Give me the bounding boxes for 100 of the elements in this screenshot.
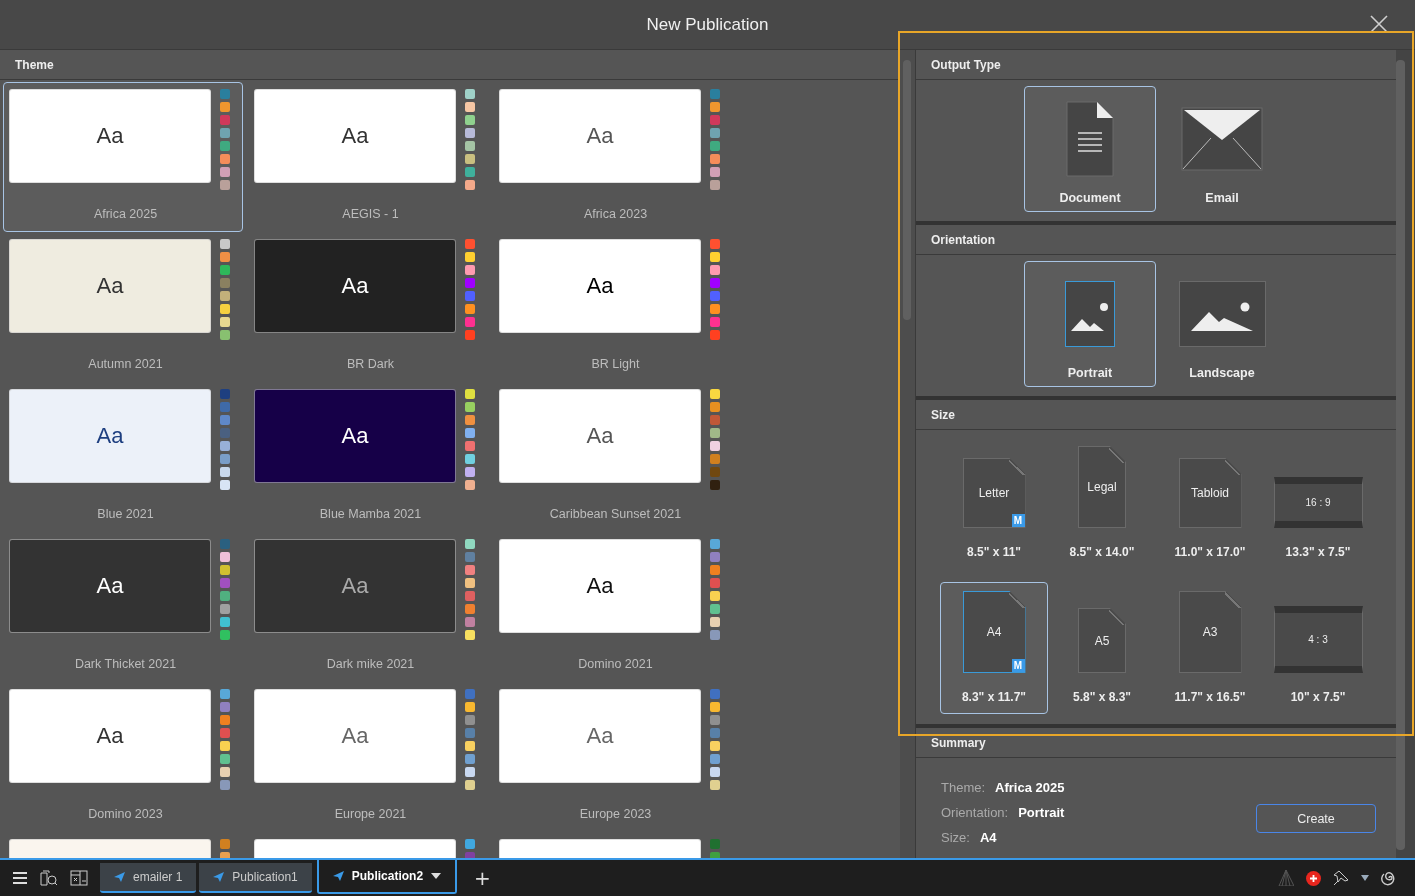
page-size-option[interactable]: Letter M 8.5" x 11" (940, 437, 1048, 569)
sample-text: Aa (96, 423, 124, 449)
theme-card[interactable]: Aa Domino 2023 (3, 682, 243, 832)
output-type-option[interactable]: Document (1024, 86, 1156, 212)
summary-label: Orientation: (941, 805, 1009, 820)
size-dimensions: 8.3" x 11.7" (961, 690, 1027, 704)
size-name: Letter (978, 486, 1010, 500)
sample-text: Aa (341, 573, 369, 599)
orientation-option[interactable]: Landscape (1156, 261, 1288, 387)
size-dimensions: 13.3" x 7.5" (1285, 545, 1351, 559)
page-size-option[interactable]: 16 : 9 13.3" x 7.5" (1264, 437, 1372, 569)
size-dimensions: 8.5" x 11" (966, 545, 1022, 559)
section-title: Theme (15, 57, 54, 72)
sample-text: Aa (341, 723, 369, 749)
option-label: Email (1205, 191, 1239, 205)
section-title: Orientation (931, 232, 995, 247)
sample-text: Aa (96, 573, 124, 599)
sample-text: Aa (341, 273, 369, 299)
document-icon (1066, 101, 1114, 177)
add-tab-button[interactable]: + (468, 866, 497, 890)
sample-text: Aa (586, 273, 614, 299)
scrollbar-thumb[interactable] (1396, 60, 1405, 850)
theme-name: BR Light (591, 357, 640, 371)
tab-label: Publication2 (351, 869, 424, 883)
sample-text: Aa (586, 573, 614, 599)
orientation-option[interactable]: Portrait (1024, 261, 1156, 387)
summary-label: Theme: (941, 780, 986, 795)
theme-card[interactable]: Aa Blue 2021 (3, 382, 243, 532)
theme-card[interactable]: Aa Blue Mamba 2021 (248, 382, 488, 532)
output-type-option[interactable]: Email (1156, 86, 1288, 212)
add-badge-icon[interactable] (1306, 870, 1321, 886)
theme-card[interactable]: Aa Africa 2023 (493, 82, 733, 232)
create-button[interactable]: Create (1256, 804, 1376, 833)
page-size-option[interactable]: 4 : 3 10" x 7.5" (1264, 582, 1372, 714)
tab-label: Publication1 (232, 870, 298, 884)
sample-text: Aa (586, 723, 614, 749)
window-title: New Publication (646, 14, 769, 35)
summary-value: A4 (979, 830, 997, 845)
badge: M (1011, 514, 1025, 527)
theme-card[interactable]: Aa AEGIS - 1 (248, 82, 488, 232)
theme-name: Domino 2023 (88, 807, 163, 821)
paper-plane-icon (114, 872, 125, 882)
option-label: Portrait (1067, 366, 1113, 380)
theme-card[interactable]: Aa BR Dark (248, 232, 488, 382)
theme-name: Africa 2025 (93, 207, 158, 221)
theme-name: Europe 2023 (579, 807, 652, 821)
caret-icon[interactable] (1361, 875, 1369, 881)
page-size-option[interactable]: Legal 8.5" x 14.0" (1048, 437, 1156, 569)
folder-search-icon[interactable] (40, 870, 58, 886)
theme-card[interactable]: Aa Dark Thicket 2021 (3, 532, 243, 682)
theme-card[interactable]: Aa Autumn 2021 (3, 232, 243, 382)
theme-name: Blue Mamba 2021 (319, 507, 422, 521)
theme-name: BR Dark (346, 357, 395, 371)
size-dimensions: 11.7" x 16.5" (1174, 690, 1246, 704)
sample-text: Aa (96, 123, 124, 149)
theme-name: Dark Thicket 2021 (74, 657, 177, 671)
option-label: Landscape (1189, 366, 1255, 380)
tab-label: emailer 1 (133, 870, 183, 884)
theme-name: Caribbean Sunset 2021 (549, 507, 682, 521)
sample-text: Aa (586, 123, 614, 149)
page-size-option[interactable]: A5 5.8" x 8.3" (1048, 582, 1156, 714)
theme-name: Europe 2021 (334, 807, 407, 821)
theme-name: Blue 2021 (97, 507, 154, 521)
page-size-option[interactable]: Tabloid 11.0" x 17.0" (1156, 437, 1264, 569)
size-name: A3 (1202, 625, 1218, 639)
spiral-icon[interactable] (1381, 870, 1397, 886)
page-size-option[interactable]: A3 11.7" x 16.5" (1156, 582, 1264, 714)
menu-icon[interactable] (12, 871, 28, 885)
document-tab[interactable]: Publication2 (316, 860, 458, 894)
theme-name: Dark mike 2021 (326, 657, 415, 671)
theme-card[interactable]: Aa Europe 2023 (493, 682, 733, 832)
theme-name: Africa 2023 (583, 207, 648, 221)
paper-plane-icon (213, 872, 225, 882)
pin-icon[interactable] (1333, 870, 1349, 886)
section-title: Output Type (931, 57, 1001, 72)
size-dimensions: 11.0" x 17.0" (1174, 545, 1246, 559)
page-size-option[interactable]: A4 M 8.3" x 11.7" (940, 582, 1048, 714)
theme-name: AEGIS - 1 (342, 207, 399, 221)
caret-icon[interactable] (431, 873, 442, 879)
layout-icon[interactable] (70, 870, 88, 886)
size-name: A5 (1094, 633, 1110, 648)
document-tab[interactable]: Publication1 (199, 863, 312, 893)
size-dimensions: 10" x 7.5" (1290, 690, 1346, 704)
theme-card[interactable]: Aa Europe 2021 (248, 682, 488, 832)
size-name: Legal (1087, 480, 1117, 494)
theme-card[interactable]: Aa Africa 2025 (3, 82, 243, 232)
summary-value: Portrait (1018, 805, 1065, 820)
theme-card[interactable]: Aa Dark mike 2021 (248, 532, 488, 682)
paper-plane-icon (332, 871, 344, 881)
aspect-ratio: 4 : 3 (1308, 634, 1328, 645)
close-icon[interactable] (1370, 15, 1388, 33)
theme-card[interactable]: Aa BR Light (493, 232, 733, 382)
option-label: Document (1059, 191, 1121, 205)
size-name: Tabloid (1191, 486, 1229, 500)
theme-card[interactable]: Aa Domino 2021 (493, 532, 733, 682)
theme-card[interactable]: Aa Caribbean Sunset 2021 (493, 382, 733, 532)
theme-name: Autumn 2021 (88, 357, 163, 371)
sample-text: Aa (96, 273, 124, 299)
section-title: Size (931, 407, 955, 422)
document-tab[interactable]: emailer 1 (100, 863, 197, 893)
